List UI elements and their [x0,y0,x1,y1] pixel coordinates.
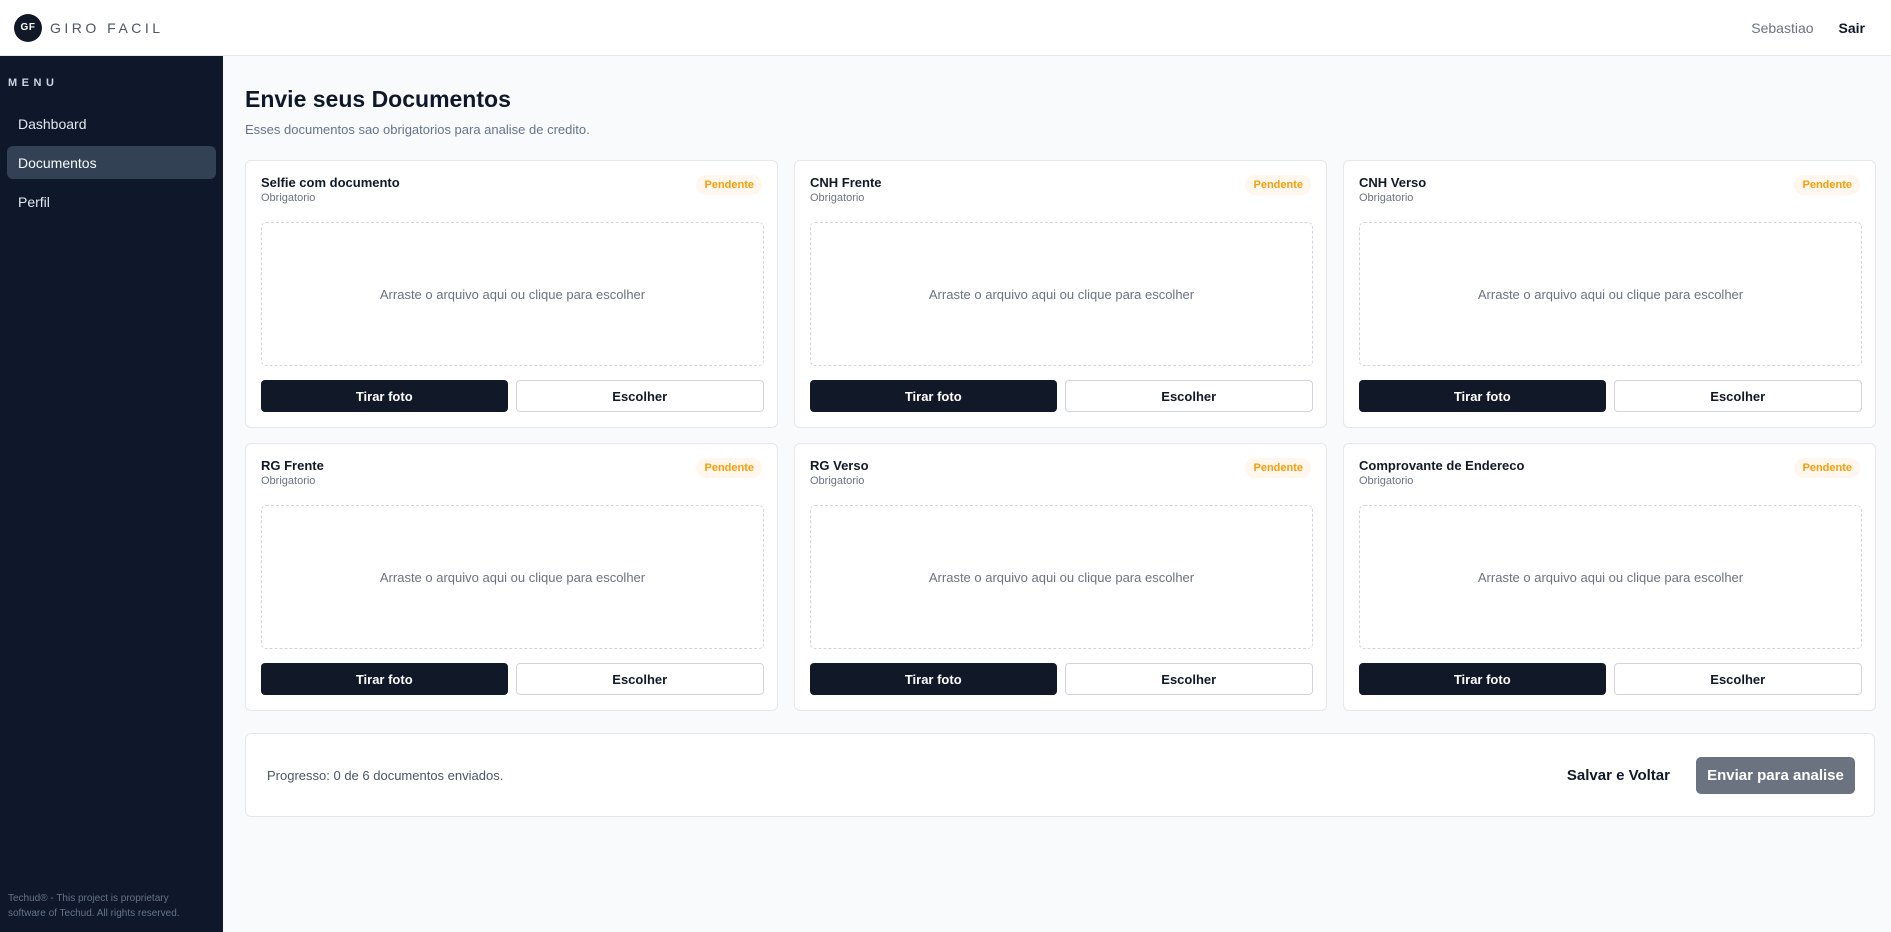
file-dropzone[interactable]: Arraste o arquivo aqui ou clique para es… [261,505,764,649]
document-title: Comprovante de Endereco [1359,458,1525,473]
document-title: Selfie com documento [261,175,400,190]
file-dropzone[interactable]: Arraste o arquivo aqui ou clique para es… [1359,505,1862,649]
document-card-cnh-frente: CNH Frente Obrigatorio Pendente Arraste … [794,160,1327,428]
status-badge: Pendente [696,458,762,478]
progress-panel: Progresso: 0 de 6 documentos enviados. S… [245,733,1875,817]
document-card-selfie: Selfie com documento Obrigatorio Pendent… [245,160,778,428]
app-logo[interactable]: GF GIRO FACIL [14,13,164,42]
app-name: GIRO FACIL [50,19,164,36]
status-badge: Pendente [1245,175,1311,195]
top-bar: GF GIRO FACIL Sebastiao Sair [0,0,1891,56]
document-required-label: Obrigatorio [810,475,865,487]
choose-file-button[interactable]: Escolher [1064,663,1313,695]
file-dropzone[interactable]: Arraste o arquivo aqui ou clique para es… [1359,222,1862,366]
document-required-label: Obrigatorio [1359,192,1414,204]
document-required-label: Obrigatorio [261,192,316,204]
page-subtitle: Esses documentos sao obrigatorios para a… [245,122,590,137]
status-badge: Pendente [1794,458,1860,478]
take-photo-button[interactable]: Tirar foto [261,380,508,412]
document-title: RG Frente [261,458,324,473]
submit-for-analysis-button[interactable]: Enviar para analise [1696,756,1855,794]
user-menu: Sebastiao Sair [1751,20,1877,36]
choose-file-button[interactable]: Escolher [515,380,764,412]
take-photo-button[interactable]: Tirar foto [1359,380,1606,412]
take-photo-button[interactable]: Tirar foto [261,663,508,695]
save-and-back-button[interactable]: Salvar e Voltar [1567,767,1670,784]
status-badge: Pendente [1794,175,1860,195]
document-card-rg-frente: RG Frente Obrigatorio Pendente Arraste o… [245,443,778,711]
upload-actions: Tirar foto Escolher [1359,380,1862,412]
status-badge: Pendente [1245,458,1311,478]
upload-actions: Tirar foto Escolher [261,380,764,412]
sidebar-menu-title: MENU [8,77,59,89]
choose-file-button[interactable]: Escolher [1613,380,1862,412]
take-photo-button[interactable]: Tirar foto [1359,663,1606,695]
choose-file-button[interactable]: Escolher [1064,380,1313,412]
take-photo-button[interactable]: Tirar foto [810,380,1057,412]
file-dropzone[interactable]: Arraste o arquivo aqui ou clique para es… [810,222,1313,366]
page-title: Envie seus Documentos [245,86,511,112]
take-photo-button[interactable]: Tirar foto [810,663,1057,695]
upload-actions: Tirar foto Escolher [810,380,1313,412]
upload-actions: Tirar foto Escolher [810,663,1313,695]
sidebar-item-perfil[interactable]: Perfil [7,185,216,218]
file-dropzone[interactable]: Arraste o arquivo aqui ou clique para es… [810,505,1313,649]
upload-actions: Tirar foto Escolher [1359,663,1862,695]
document-required-label: Obrigatorio [261,475,316,487]
status-badge: Pendente [696,175,762,195]
sidebar: MENU Dashboard Documentos Perfil Techud®… [0,56,223,932]
choose-file-button[interactable]: Escolher [515,663,764,695]
progress-text: Progresso: 0 de 6 documentos enviados. [267,767,504,783]
document-card-rg-verso: RG Verso Obrigatorio Pendente Arraste o … [794,443,1327,711]
document-title: CNH Verso [1359,175,1427,190]
document-title: CNH Frente [810,175,882,190]
document-required-label: Obrigatorio [810,192,865,204]
document-title: RG Verso [810,458,869,473]
logout-link[interactable]: Sair [1839,20,1865,36]
sidebar-footer-note: Techud® - This project is proprietary so… [8,893,180,919]
main-content: Envie seus Documentos Esses documentos s… [223,56,1891,932]
form-actions: Salvar e Voltar Enviar para analise [1567,756,1855,794]
document-card-cnh-verso: CNH Verso Obrigatorio Pendente Arraste o… [1343,160,1876,428]
logo-mark: GF [14,13,42,42]
document-card-comprovante-endereco: Comprovante de Endereco Obrigatorio Pend… [1343,443,1876,711]
file-dropzone[interactable]: Arraste o arquivo aqui ou clique para es… [261,222,764,366]
choose-file-button[interactable]: Escolher [1613,663,1862,695]
user-name: Sebastiao [1751,19,1814,36]
sidebar-item-documentos[interactable]: Documentos [7,146,216,179]
sidebar-item-dashboard[interactable]: Dashboard [7,107,216,140]
document-card-grid: Selfie com documento Obrigatorio Pendent… [245,160,1876,711]
upload-actions: Tirar foto Escolher [261,663,764,695]
document-required-label: Obrigatorio [1359,475,1414,487]
